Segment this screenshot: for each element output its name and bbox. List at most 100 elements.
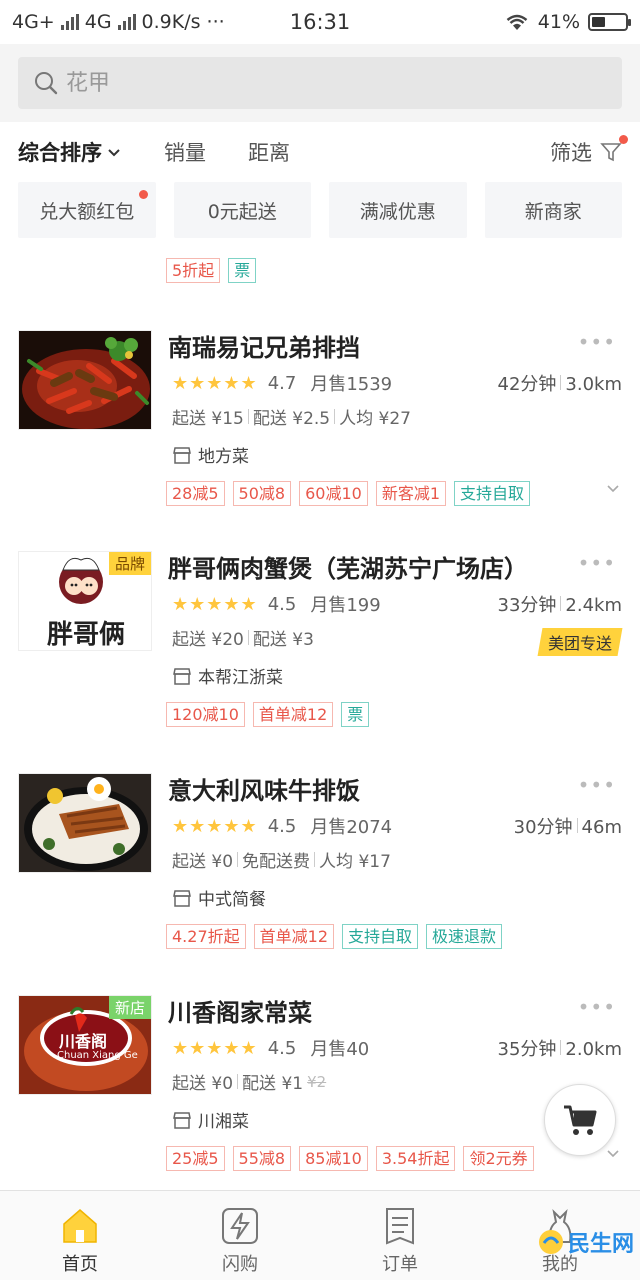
store-sales: 月售1539 <box>310 374 393 395</box>
discount-tag: 85减10 <box>299 1146 368 1171</box>
per-person: 人均 ¥17 <box>319 852 391 872</box>
quick-filter-discount[interactable]: 满减优惠 <box>329 182 467 238</box>
invoice-tag: 票 <box>341 702 370 727</box>
rating-stars-icon: ★★★★★ <box>172 1037 258 1059</box>
delivery-fee: 配送 ¥3 <box>252 630 314 650</box>
refund-tag: 极速退款 <box>426 924 503 949</box>
store-sales: 月售40 <box>310 1039 370 1060</box>
search-box[interactable] <box>18 57 622 109</box>
discount-tag: 新客减1 <box>375 481 447 506</box>
tab-home[interactable]: 首页 <box>0 1191 160 1280</box>
more-options-icon[interactable]: ••• <box>578 773 616 797</box>
rating-stars-icon: ★★★★★ <box>172 593 258 615</box>
brand-badge: 品牌 <box>108 552 151 575</box>
store-name: 意大利风味牛排饭 <box>168 777 360 805</box>
store-name: 胖哥俩肉蟹煲（芜湖苏宁广场店） <box>168 555 528 583</box>
store-thumbnail: 新店 川香阁 Chuan Xiang Ge <box>18 995 152 1095</box>
store-distance: 2.0km <box>565 1039 622 1060</box>
rating-stars-icon: ★★★★★ <box>172 815 258 837</box>
quick-filter-label: 满减优惠 <box>359 200 436 223</box>
store-sales: 月售199 <box>310 595 381 616</box>
sort-sales[interactable]: 销量 <box>164 137 206 167</box>
discount-tag: 55减8 <box>232 1146 292 1171</box>
tab-flash-buy[interactable]: 闪购 <box>160 1191 320 1280</box>
quick-filter-redpacket[interactable]: 兑大额红包 <box>18 182 156 238</box>
filter-dot <box>619 135 628 144</box>
quick-filter-label: 新商家 <box>524 200 582 223</box>
store-rating: 4.5 <box>267 815 297 837</box>
sort-comprehensive[interactable]: 综合排序 <box>18 137 122 167</box>
signal-icon <box>60 14 79 30</box>
divider <box>237 1074 239 1089</box>
chevron-down-icon[interactable] <box>606 1146 620 1160</box>
store-rating: 4.5 <box>267 593 297 615</box>
more-status-icon: ··· <box>206 11 225 33</box>
cuisine: 川湘菜 <box>198 1112 249 1132</box>
rating-stars-icon: ★★★★★ <box>172 372 258 394</box>
store-distance: 2.4km <box>565 595 622 616</box>
store-card[interactable]: 品牌 胖哥俩 胖哥俩肉蟹煲（芜湖苏宁广场店） ••• ★★★★★ 4.5 月售1… <box>0 551 640 761</box>
cuisine: 中式简餐 <box>198 890 266 910</box>
delivery-fee: 配送 ¥1 <box>242 1074 304 1094</box>
per-person: 人均 ¥27 <box>339 409 411 429</box>
min-order: 起送 ¥0 <box>172 852 234 872</box>
coupon-tag: 领2元券 <box>463 1146 534 1171</box>
chevron-down-icon[interactable] <box>606 481 620 495</box>
more-options-icon[interactable]: ••• <box>578 995 616 1019</box>
store-card[interactable]: 南瑞易记兄弟排挡 ••• ★★★★★ 4.7 月售1539 42分钟 3.0km … <box>0 330 640 540</box>
store-rating: 4.5 <box>267 1037 297 1059</box>
status-bar: 4G+ 4G 0.9K/s ··· 16:31 41% <box>0 0 640 44</box>
search-icon <box>35 72 58 95</box>
store-sales: 月售2074 <box>310 817 393 838</box>
sort-bar: 综合排序 销量 距离 筛选 <box>0 122 640 182</box>
more-options-icon[interactable]: ••• <box>578 330 616 354</box>
network-speed: 0.9K/s <box>141 11 201 33</box>
discount-tag: 28减5 <box>166 481 225 506</box>
store-card[interactable]: 意大利风味牛排饭 ••• ★★★★★ 4.5 月售2074 30分钟 46m 起送… <box>0 773 640 983</box>
quick-filters: 兑大额红包 0元起送 满减优惠 新商家 <box>0 182 640 238</box>
discount-tag: 60减10 <box>299 481 368 506</box>
store-distance: 3.0km <box>565 374 622 395</box>
discount-tag: 120减10 <box>166 702 245 727</box>
original-delivery-fee: ¥2 <box>307 1072 327 1091</box>
pickup-tag: 支持自取 <box>342 924 419 949</box>
signal-icon-2 <box>117 14 136 30</box>
filter-label: 筛选 <box>550 141 592 165</box>
store-logo-text: 胖哥俩 <box>47 620 126 650</box>
tab-flash-buy-label: 闪购 <box>222 1254 258 1275</box>
sort-distance[interactable]: 距离 <box>248 137 290 167</box>
sort-comprehensive-label: 综合排序 <box>18 141 102 165</box>
sort-distance-label: 距离 <box>248 141 290 165</box>
quick-filter-label: 兑大额红包 <box>39 200 135 223</box>
discount-tag: 50减8 <box>232 481 292 506</box>
new-store-badge: 新店 <box>108 996 151 1019</box>
tab-orders[interactable]: 订单 <box>320 1191 480 1280</box>
quick-filter-new-store[interactable]: 新商家 <box>484 182 622 238</box>
more-options-icon[interactable]: ••• <box>578 551 616 575</box>
divider <box>247 409 249 424</box>
store-thumbnail <box>18 773 152 873</box>
store-card[interactable]: 新店 川香阁 Chuan Xiang Ge 川香阁家常菜 ••• ★★★★★ 4… <box>0 995 640 1205</box>
search-input[interactable] <box>66 70 586 96</box>
min-order: 起送 ¥0 <box>172 1074 234 1094</box>
store-eta: 33分钟 2.4km <box>498 591 623 617</box>
store-time: 30分钟 <box>513 817 573 838</box>
store-name: 南瑞易记兄弟排挡 <box>168 334 360 362</box>
quick-filter-zero-min[interactable]: 0元起送 <box>173 182 311 238</box>
cart-button[interactable] <box>544 1084 616 1156</box>
watermark: 民生网 <box>538 1226 634 1258</box>
search-bar <box>0 44 640 122</box>
divider <box>247 630 249 645</box>
network-label-2: 4G <box>84 11 112 33</box>
lightning-icon <box>222 1208 258 1244</box>
watermark-logo-icon <box>538 1230 563 1254</box>
filter-button[interactable]: 筛选 <box>550 135 628 167</box>
watermark-text: 民生网 <box>567 1232 634 1257</box>
meituan-delivery-badge: 美团专送 <box>537 628 623 656</box>
discount-tag: 3.54折起 <box>375 1146 456 1171</box>
promo-tag: 5折起 <box>166 258 221 283</box>
meituan-delivery-label: 美团专送 <box>547 634 612 653</box>
cart-icon <box>564 1105 597 1135</box>
store-logo-subtext: Chuan Xiang Ge <box>57 1050 138 1061</box>
cuisine: 本帮江浙菜 <box>198 668 283 688</box>
